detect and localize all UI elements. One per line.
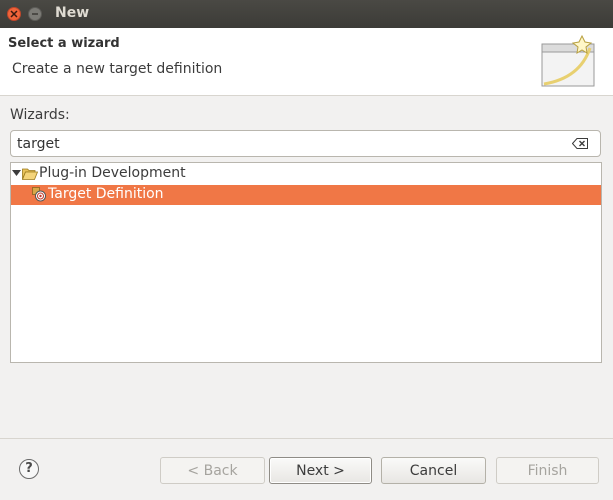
cancel-button[interactable]: Cancel bbox=[381, 457, 486, 484]
banner-title: Select a wizard bbox=[8, 36, 120, 51]
footer-separator bbox=[0, 438, 613, 439]
back-button-label: < Back bbox=[187, 462, 238, 479]
next-button[interactable]: Next > bbox=[269, 457, 372, 484]
wizards-label: Wizards: bbox=[10, 107, 70, 123]
back-button[interactable]: < Back bbox=[160, 457, 265, 484]
clear-filter-icon[interactable] bbox=[572, 138, 588, 149]
tree-item-label: Plug-in Development bbox=[39, 165, 186, 181]
tree-item-target-definition[interactable]: Target Definition bbox=[11, 185, 601, 205]
tree-item-label: Target Definition bbox=[48, 186, 164, 202]
wizard-tree[interactable]: Plug-in Development Target Definition bbox=[10, 162, 602, 363]
expand-arrow-icon[interactable] bbox=[12, 170, 21, 178]
finish-button[interactable]: Finish bbox=[496, 457, 599, 484]
window-title: New bbox=[55, 5, 90, 21]
close-icon bbox=[10, 10, 18, 18]
target-definition-icon bbox=[32, 187, 46, 202]
banner-description: Create a new target definition bbox=[12, 61, 223, 77]
folder-open-icon bbox=[22, 168, 38, 180]
title-bar: New bbox=[0, 0, 613, 29]
minimize-window-button[interactable] bbox=[28, 7, 42, 21]
wizard-filter-input[interactable] bbox=[17, 134, 557, 153]
tree-item-plugin-development[interactable]: Plug-in Development bbox=[11, 164, 601, 184]
close-window-button[interactable] bbox=[7, 7, 21, 21]
wizard-filter-field bbox=[10, 130, 601, 157]
wizard-banner: Select a wizard Create a new target defi… bbox=[0, 28, 613, 96]
cancel-button-label: Cancel bbox=[409, 462, 458, 479]
help-icon: ? bbox=[25, 461, 33, 476]
next-button-label: Next > bbox=[296, 462, 345, 479]
finish-button-label: Finish bbox=[527, 462, 568, 479]
help-button[interactable]: ? bbox=[19, 459, 39, 479]
minimize-icon bbox=[32, 13, 38, 15]
new-wizard-banner-icon bbox=[541, 34, 595, 87]
